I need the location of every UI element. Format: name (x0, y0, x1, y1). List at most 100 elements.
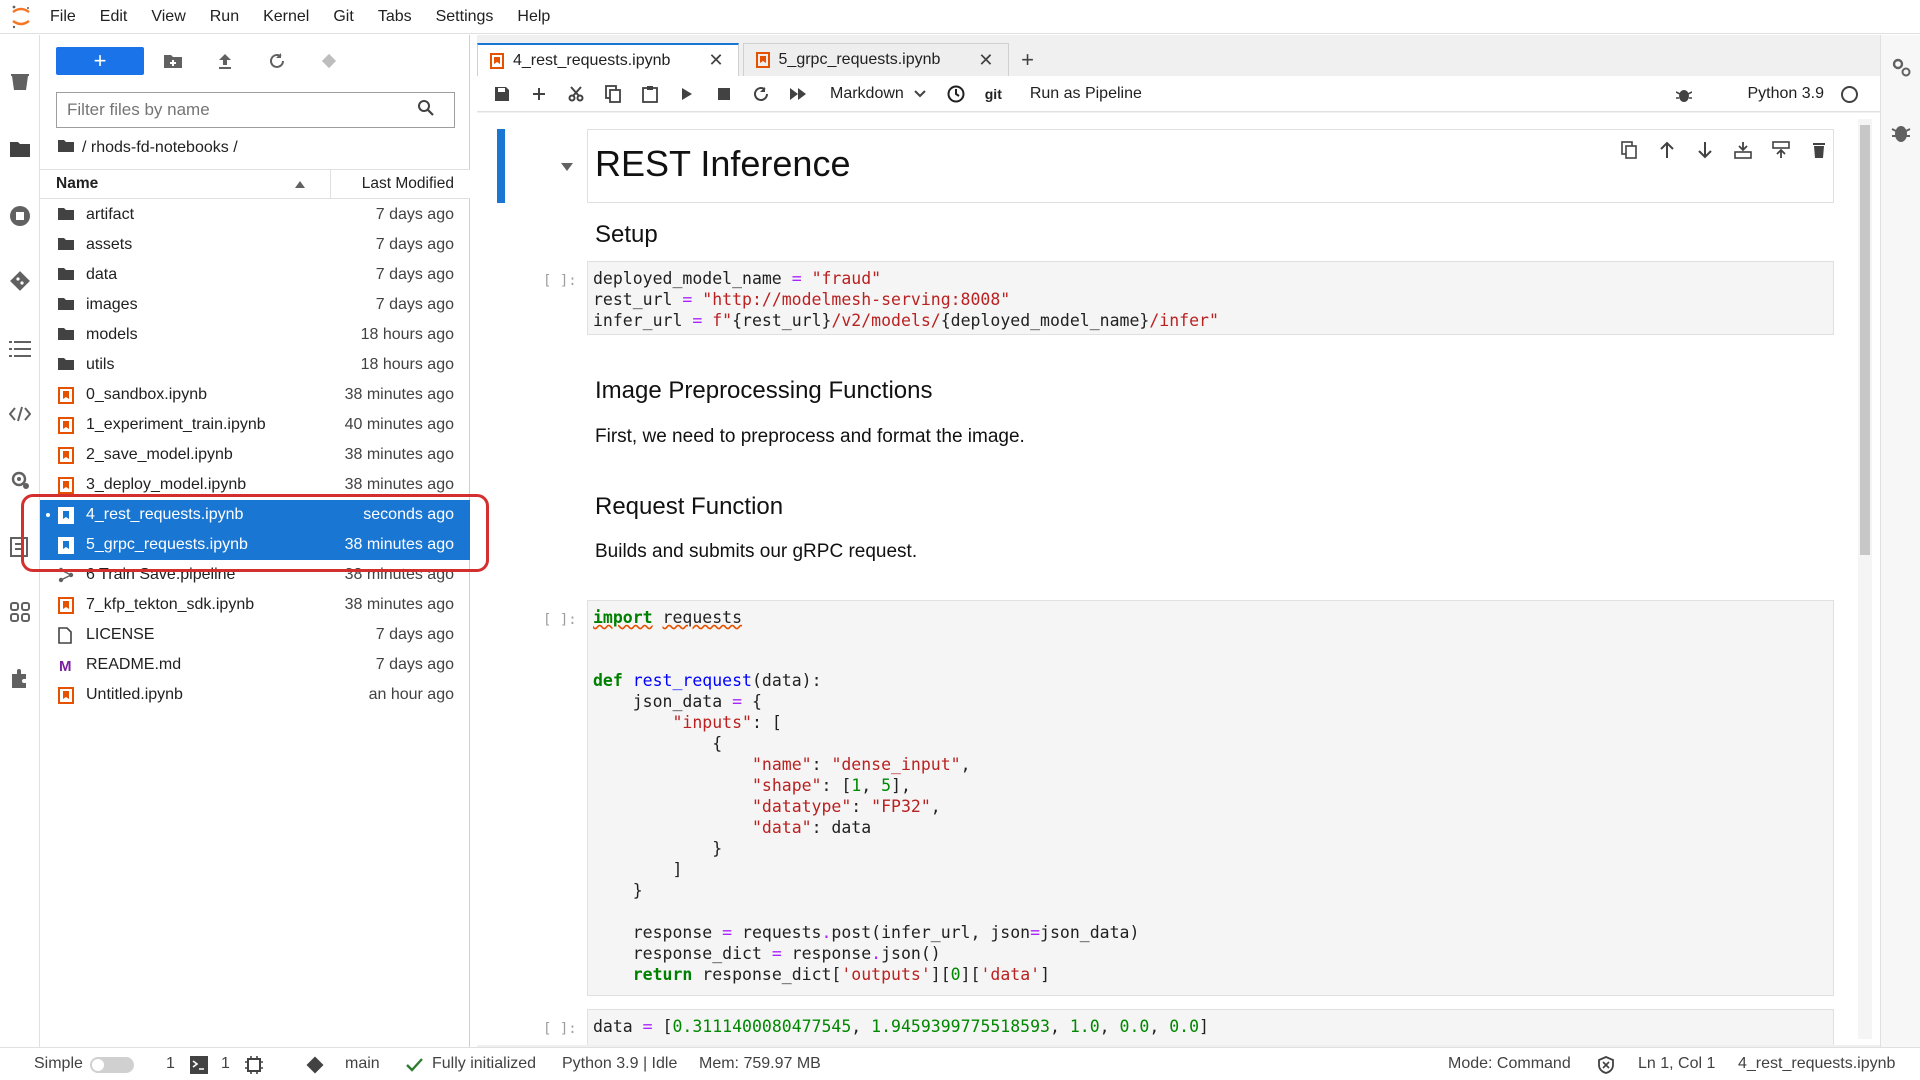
git-branch-name[interactable]: main (345, 1048, 380, 1080)
folder-icon (58, 207, 74, 223)
cell-toolbar (1610, 137, 1838, 163)
menu-help[interactable]: Help (505, 0, 562, 34)
runtime-config-icon[interactable] (0, 463, 40, 497)
file-list-item[interactable]: 1_experiment_train.ipynb 40 minutes ago (40, 410, 470, 440)
upload-icon[interactable] (210, 47, 240, 75)
file-list-item[interactable]: 7_kfp_tekton_sdk.ipynb 38 minutes ago (40, 590, 470, 620)
trust-shield-icon[interactable] (1597, 1056, 1615, 1078)
code-cell-setup[interactable]: deployed_model_name = "fraud" rest_url =… (587, 261, 1834, 335)
simple-mode-toggle[interactable] (90, 1057, 134, 1073)
menu-git[interactable]: Git (321, 0, 365, 34)
delete-cell-icon[interactable] (1800, 141, 1838, 159)
notebook-content[interactable]: REST Inference Setup [ ]: deployed_model… (477, 113, 1880, 1045)
menu-settings[interactable]: Settings (424, 0, 506, 34)
git-diff-button[interactable]: git (975, 76, 1012, 112)
kernel-state[interactable]: Python 3.9 | Idle (562, 1048, 677, 1080)
insert-above-icon[interactable] (1724, 141, 1762, 159)
column-divider (330, 170, 331, 198)
file-modified: 7 days ago (375, 656, 454, 673)
duplicate-cell-icon[interactable] (1610, 141, 1648, 159)
running-sessions-icon[interactable] (0, 199, 40, 233)
file-list-item[interactable]: models 18 hours ago (40, 320, 470, 350)
file-list-item[interactable]: images 7 days ago (40, 290, 470, 320)
code-snippets-icon[interactable] (0, 397, 40, 431)
svg-text:M: M (59, 658, 72, 673)
tab-5-grpc-requests[interactable]: 5_grpc_requests.ipynb ✕ (742, 43, 1009, 76)
column-name-header[interactable]: Name (56, 170, 98, 198)
current-file-name: 4_rest_requests.ipynb (1738, 1055, 1896, 1072)
notebook-icon (58, 687, 74, 704)
folder-icon[interactable] (58, 139, 74, 157)
filter-files-input[interactable] (57, 93, 407, 127)
insert-below-icon[interactable] (1762, 141, 1800, 159)
file-list-item[interactable]: Untitled.ipynb an hour ago (40, 680, 470, 710)
run-icon[interactable] (668, 76, 705, 112)
refresh-icon[interactable] (262, 47, 292, 75)
filter-files-field[interactable] (56, 92, 455, 128)
file-list-item[interactable]: utils 18 hours ago (40, 350, 470, 380)
menu-bar: File Edit View Run Kernel Git Tabs Setti… (0, 0, 1920, 34)
paste-icon[interactable] (631, 76, 668, 112)
new-folder-icon[interactable] (158, 47, 188, 75)
save-icon[interactable] (483, 76, 520, 112)
file-modified: 18 hours ago (360, 326, 454, 343)
copy-icon[interactable] (594, 76, 631, 112)
git-clone-icon[interactable] (314, 47, 344, 75)
trash-icon[interactable] (0, 65, 40, 99)
stop-icon[interactable] (705, 76, 742, 112)
image-preprocessing-text: First, we need to preprocess and format … (595, 426, 1025, 447)
file-list-item[interactable]: M README.md 7 days ago (40, 650, 470, 680)
file-modified: 38 minutes ago (344, 386, 454, 403)
menu-edit[interactable]: Edit (88, 0, 140, 34)
add-tab-icon[interactable]: + (1013, 43, 1043, 76)
cut-icon[interactable] (557, 76, 594, 112)
run-all-icon[interactable] (779, 76, 816, 112)
folder-icon[interactable] (0, 132, 40, 166)
kernel-count[interactable]: 1 (221, 1048, 230, 1080)
cell-type-dropdown[interactable]: Markdown (830, 85, 926, 103)
cell-prompt: [ ]: (543, 273, 577, 289)
kernel-name[interactable]: Python 3.9 (1748, 76, 1825, 112)
file-list-item[interactable]: data 7 days ago (40, 260, 470, 290)
clock-icon[interactable] (938, 76, 975, 112)
file-list-item[interactable]: LICENSE 7 days ago (40, 620, 470, 650)
git-branch-icon (305, 1055, 325, 1079)
close-icon[interactable]: ✕ (978, 50, 993, 71)
bug-icon[interactable] (1675, 85, 1693, 108)
terminal-count[interactable]: 1 (166, 1048, 175, 1080)
notebook-icon (755, 52, 770, 68)
check-status-icon (404, 1056, 424, 1078)
move-down-icon[interactable] (1686, 141, 1724, 159)
restart-icon[interactable] (742, 76, 779, 112)
code-cell-data[interactable]: data = [0.3111400080477545, 1.9459399775… (587, 1009, 1834, 1045)
git-icon[interactable] (0, 264, 40, 298)
tab-4-rest-requests[interactable]: 4_rest_requests.ipynb ✕ (477, 43, 739, 76)
extensions-icon[interactable] (0, 661, 40, 695)
debugger-icon[interactable] (1881, 115, 1920, 149)
table-of-contents-icon[interactable] (0, 332, 40, 366)
close-icon[interactable]: ✕ (708, 50, 723, 71)
property-inspector-icon[interactable] (1881, 50, 1920, 84)
code-cell-rest-request[interactable]: import requests def rest_request(data): … (587, 600, 1834, 996)
components-icon[interactable] (0, 595, 40, 629)
menu-file[interactable]: File (38, 0, 88, 34)
file-list-item[interactable]: artifact 7 days ago (40, 200, 470, 230)
breadcrumb-path[interactable]: / rhods-fd-notebooks / (82, 139, 238, 157)
menu-list: File Edit View Run Kernel Git Tabs Setti… (38, 0, 562, 34)
move-up-icon[interactable] (1648, 141, 1686, 159)
menu-tabs[interactable]: Tabs (366, 0, 424, 34)
file-list-item[interactable]: 0_sandbox.ipynb 38 minutes ago (40, 380, 470, 410)
file-modified: 38 minutes ago (344, 596, 454, 613)
menu-kernel[interactable]: Kernel (251, 0, 321, 34)
column-modified-header[interactable]: Last Modified (362, 170, 454, 198)
menu-view[interactable]: View (139, 0, 197, 34)
cursor-position[interactable]: Ln 1, Col 1 (1638, 1048, 1715, 1080)
file-list-item[interactable]: 2_save_model.ipynb 38 minutes ago (40, 440, 470, 470)
insert-cell-icon[interactable] (520, 76, 557, 112)
collapse-heading-icon[interactable] (561, 163, 573, 171)
menu-run[interactable]: Run (198, 0, 251, 34)
scrollbar-thumb[interactable] (1860, 125, 1870, 555)
new-launcher-button[interactable]: + (56, 47, 144, 75)
file-list-item[interactable]: assets 7 days ago (40, 230, 470, 260)
run-as-pipeline-button[interactable]: Run as Pipeline (1030, 85, 1142, 103)
